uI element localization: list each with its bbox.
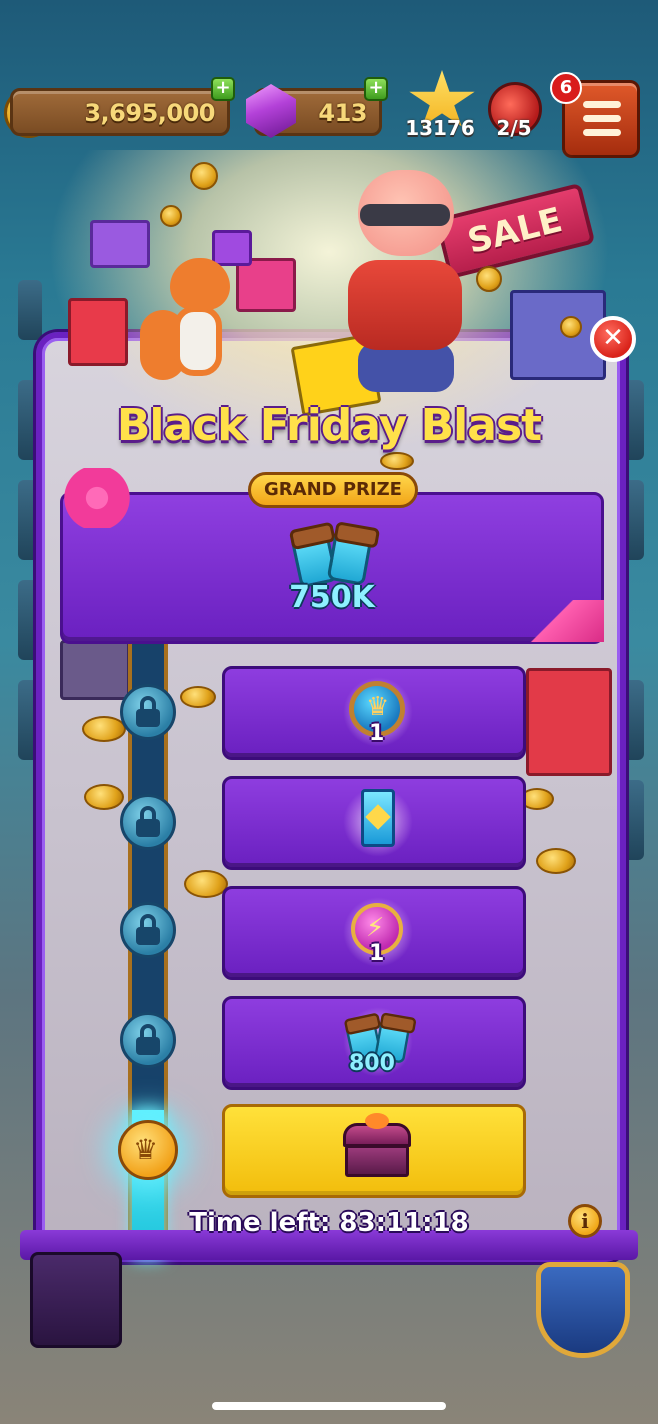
gift-box-icon [60,640,130,700]
reward-tier-4[interactable]: 800 [222,996,526,1090]
buy-coins-button[interactable]: + [211,77,235,101]
fox-head [170,258,230,310]
village-shield-icon[interactable] [536,1262,630,1358]
booster-can [326,526,374,586]
buy-gems-button[interactable]: + [364,77,388,101]
lock-icon [120,902,176,958]
coin-counter[interactable]: 3,695,000 [10,88,230,136]
star-count: 13176 [405,116,475,140]
pig-mask [360,204,450,226]
grand-prize-value: 750K [289,580,375,615]
pig-character [330,170,480,400]
chest-bow [365,1113,389,1129]
reward-tier-1[interactable]: 1 [222,666,526,760]
pig-body [348,260,462,350]
home-indicator[interactable] [212,1402,446,1410]
tier-reward-value: 1 [369,721,385,746]
lock-body [136,1037,160,1055]
coin-icon [476,266,502,292]
shopping-bag-icon [526,668,612,776]
info-button[interactable]: i [568,1204,602,1238]
lock-icon [120,794,176,850]
coin-icon [82,716,126,742]
treasure-chest-icon [343,1113,411,1179]
reward-tier-5[interactable] [222,1104,526,1198]
fox-body [174,306,222,376]
coin-count: 3,695,000 [84,99,215,127]
menu-icon-bar [583,129,621,136]
fox-character [140,250,250,400]
shopping-bag-icon [68,298,128,366]
chest-box [345,1145,409,1177]
tier-reward-value: 800 [349,1051,395,1076]
reward-tier-3[interactable]: 1 [222,886,526,980]
crown-badge-icon[interactable] [30,1252,122,1348]
close-button[interactable]: ✕ [590,316,636,362]
lock-body [136,709,160,727]
lock-body [136,927,160,945]
notification-badge: 6 [550,72,582,104]
coin-icon [190,162,218,190]
coin-icon [560,316,582,338]
coin-icon [84,784,124,810]
menu-icon-bar [583,115,621,122]
menu-icon [583,101,621,108]
coin-icon [380,452,414,470]
card-pack-icon [361,789,395,847]
coin-icon [160,205,182,227]
gem-count: 413 [318,99,367,127]
time-left-text: Time left: 83:11:18 [189,1208,469,1238]
coin-icon [536,848,576,874]
reward-tier-2[interactable] [222,776,526,870]
lock-icon [120,684,176,740]
coin-icon [180,686,216,708]
grand-prize-label: GRAND PRIZE [248,472,418,508]
bow-icon [52,468,142,528]
lock-icon [120,1012,176,1068]
raid-count: 2/5 [496,116,532,140]
spin-booster-icon [289,525,375,589]
crown-icon: ♛ [118,1120,178,1180]
event-title: Black Friday Blast [116,400,542,451]
tier-reward-value: 1 [369,941,385,966]
lock-body [136,819,160,837]
crown-glyph: ♛ [133,1133,159,1166]
